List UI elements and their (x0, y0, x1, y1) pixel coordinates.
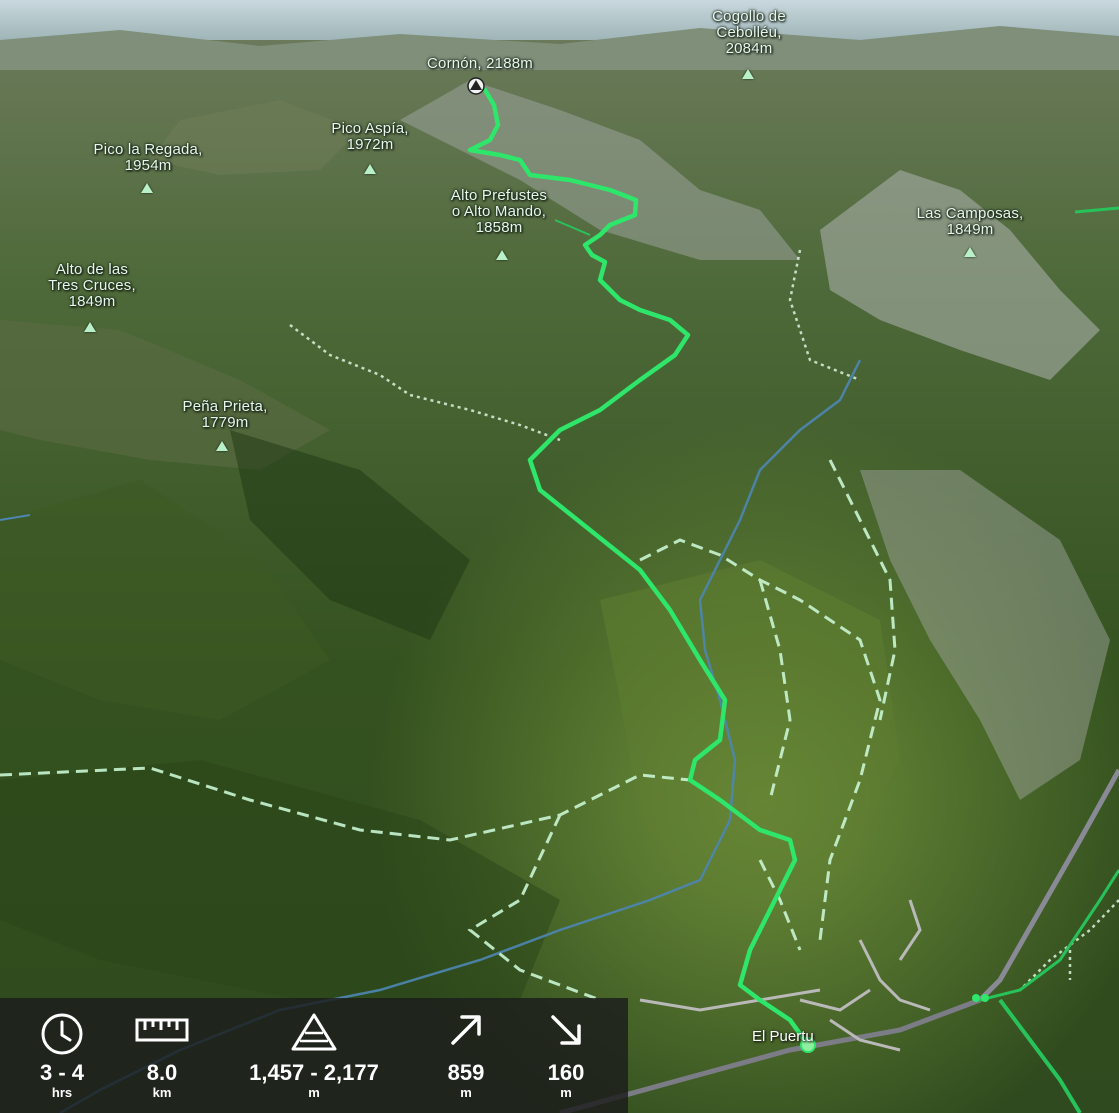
peak-marker-icon (84, 322, 96, 332)
peak-label-prefustes: Alto Prefustes o Alto Mando, 1858m (450, 187, 548, 236)
arrow-down-right-icon (548, 1012, 584, 1053)
stat-descent: 160 m (524, 998, 608, 1113)
peak-label-camposas: Las Camposas, 1849m (916, 205, 1024, 238)
distance-unit: km (152, 1085, 172, 1100)
arrow-up-right-icon (448, 1012, 484, 1053)
elevation-range-value: 1,457 - 2,177 (249, 1060, 379, 1085)
stat-ascent: 859 m (424, 998, 508, 1113)
route-stats-panel: 3 - 4 hrs 8.0 km 1,457 - 2,177 m 859 m 1… (0, 998, 628, 1113)
peak-label-regada: Pico la Regada, 1954m (93, 141, 203, 174)
peak-label-prieta: Peña Prieta, 1779m (182, 398, 268, 431)
ruler-icon (135, 1018, 189, 1049)
peak-marker-icon (496, 250, 508, 260)
distance-value: 8.0 (146, 1060, 178, 1085)
duration-unit: hrs (51, 1085, 73, 1100)
ascent-value: 859 (447, 1060, 485, 1085)
stat-elevation-range: 1,457 - 2,177 m (228, 998, 400, 1113)
elevation-range-unit: m (308, 1085, 320, 1100)
clock-icon (40, 1012, 84, 1061)
peak-label-cornon: Cornón, 2188m (427, 55, 533, 72)
peak-marker-icon (964, 247, 976, 257)
ascent-unit: m (460, 1085, 472, 1100)
elevation-icon (290, 1012, 338, 1057)
town-label: El Puertu (752, 1028, 814, 1045)
stat-duration: 3 - 4 hrs (20, 998, 104, 1113)
peak-label-aspia: Pico Aspía, 1972m (331, 120, 409, 153)
peak-marker-icon (141, 183, 153, 193)
peak-marker-icon (364, 164, 376, 174)
peak-label-cogollo: Cogollo de Cebolléu, 2084m (712, 8, 786, 57)
peak-marker-icon (216, 441, 228, 451)
duration-value: 3 - 4 (39, 1060, 85, 1085)
peak-marker-icon (742, 69, 754, 79)
descent-value: 160 (547, 1060, 585, 1085)
peak-label-trescruces: Alto de las Tres Cruces, 1849m (48, 261, 136, 310)
stat-distance: 8.0 km (120, 998, 204, 1113)
descent-unit: m (560, 1085, 572, 1100)
